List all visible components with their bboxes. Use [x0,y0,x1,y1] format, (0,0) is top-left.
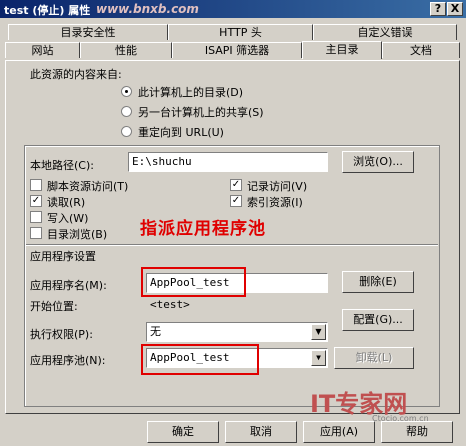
tab-performance[interactable]: 性能 [80,42,172,58]
checkbox-log-visits-label[interactable]: 记录访问(V) [247,178,307,194]
tab-website[interactable]: 网站 [5,42,80,58]
start-location-value: <test> [150,298,190,311]
tab-directory-security[interactable]: 目录安全性 [8,24,168,40]
checkbox-log-visits[interactable]: ✓ [230,179,242,191]
app-name-highlight [141,267,246,297]
checkbox-index-resource-label[interactable]: 索引资源(I) [247,194,303,210]
content-source-heading: 此资源的内容来自: [30,68,122,81]
remove-button[interactable]: 删除(E) [342,271,414,293]
local-path-input[interactable]: E:\shuchu [128,152,328,172]
unload-button[interactable]: 卸载(L) [334,347,414,369]
help-title-button[interactable]: ? [430,2,446,16]
checkbox-read-label[interactable]: 读取(R) [47,194,85,210]
tab-home-directory[interactable]: 主目录 [302,41,382,59]
window-title: test (停止) 属性 [4,4,91,17]
chevron-down-icon[interactable]: ▼ [311,324,326,340]
chevron-down-icon[interactable]: ▼ [311,350,326,366]
app-pool-highlight [141,344,259,375]
app-pool-label: 应用程序池(N): [30,354,106,367]
app-name-label: 应用程序名(M): [30,279,107,292]
configure-button[interactable]: 配置(G)... [342,309,414,331]
checkbox-script-access-label[interactable]: 脚本资源访问(T) [47,178,128,194]
checkbox-directory-browsing[interactable] [30,227,42,239]
watermark-top: www.bnxb.com [96,2,199,16]
tab-http-headers[interactable]: HTTP 头 [168,24,313,40]
exec-permissions-label: 执行权限(P): [30,328,93,341]
exec-permissions-select[interactable]: 无 ▼ [146,322,328,342]
radio-network-share[interactable] [121,106,132,117]
checkbox-index-resource[interactable]: ✓ [230,195,242,207]
properties-dialog: test (停止) 属性 www.bnxb.com ? X 目录安全性 HTTP… [0,0,466,446]
title-bar[interactable]: test (停止) 属性 www.bnxb.com ? X [0,0,466,18]
radio-redirect-url[interactable] [121,126,132,137]
exec-permissions-value: 无 [150,325,161,338]
close-title-button[interactable]: X [447,2,463,16]
checkbox-read[interactable]: ✓ [30,195,42,207]
checkbox-directory-browsing-label[interactable]: 目录浏览(B) [47,226,107,242]
apply-button[interactable]: 应用(A) [303,421,375,443]
tab-custom-errors[interactable]: 自定义错误 [313,24,457,40]
tab-documents[interactable]: 文档 [382,42,460,58]
radio-local-directory[interactable] [121,86,132,97]
browse-button[interactable]: 浏览(O)... [342,151,414,173]
tab-isapi-filters[interactable]: ISAPI 筛选器 [172,42,302,58]
checkbox-script-access[interactable] [30,179,42,191]
help-button[interactable]: 帮助 [381,421,453,443]
app-settings-heading: 应用程序设置 [30,250,96,263]
annotation-assign-pool: 指派应用程序池 [140,219,266,239]
checkbox-write[interactable] [30,211,42,223]
radio-local-directory-label[interactable]: 此计算机上的目录(D) [138,84,243,100]
local-path-label: 本地路径(C): [30,159,94,172]
cancel-button[interactable]: 取消 [225,421,297,443]
ok-button[interactable]: 确定 [147,421,219,443]
checkbox-write-label[interactable]: 写入(W) [47,210,88,226]
radio-network-share-label[interactable]: 另一台计算机上的共享(S) [138,104,264,120]
radio-redirect-url-label[interactable]: 重定向到 URL(U) [138,124,224,140]
app-settings-separator [26,244,438,246]
start-location-label: 开始位置: [30,300,78,313]
